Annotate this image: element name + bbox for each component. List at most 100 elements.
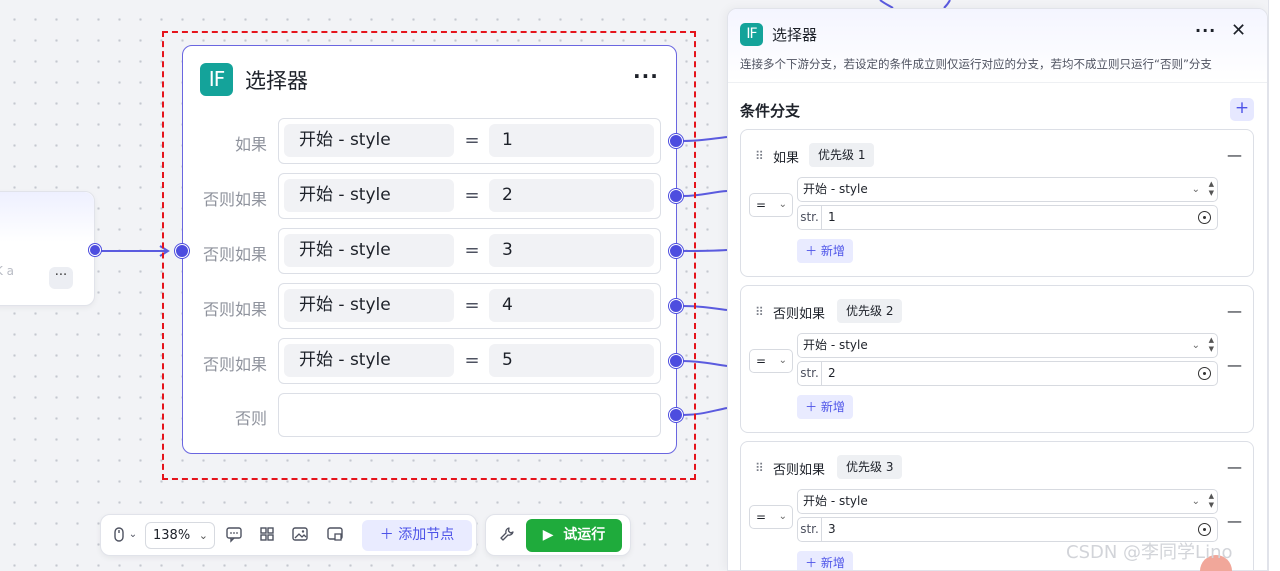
branch-card: ⠿ 如果 优先级 1 — = ⌄ 开始 - style ⌄ ▲ ▼ str. 1 ＋ 新增 [740, 129, 1254, 277]
condition-value: 3 [489, 234, 654, 267]
variable-select[interactable]: 开始 - style ⌄ ▲ ▼ [797, 333, 1218, 358]
branch-card: ⠿ 否则如果 优先级 2 — — = ⌄ 开始 - style ⌄ ▲ ▼ str. 2 … [740, 285, 1254, 433]
start-node-more-button[interactable]: ··· [49, 267, 73, 289]
minimap-icon[interactable] [325, 525, 345, 545]
chevron-down-icon: ⌄ [1191, 496, 1200, 507]
remove-condition-button[interactable]: — [1227, 356, 1242, 374]
zoom-value: 138% [153, 528, 191, 543]
image-icon[interactable] [290, 525, 310, 545]
variable-ref-icon[interactable] [1198, 211, 1211, 224]
branch-output-port[interactable] [669, 134, 683, 148]
remove-branch-button[interactable]: — [1227, 458, 1242, 476]
variable-value: 开始 - style [803, 338, 868, 352]
drag-handle-icon[interactable]: ⠿ [755, 305, 764, 319]
condition-operator: = [464, 350, 480, 371]
start-node[interactable]: K a ··· [0, 191, 95, 306]
panel-title: 选择器 [772, 26, 818, 44]
remove-condition-button[interactable]: — [1227, 512, 1242, 530]
variable-ref-icon[interactable] [1198, 523, 1211, 536]
condition-operator: = [464, 240, 480, 261]
panel-more-button[interactable]: ··· [1195, 21, 1216, 40]
start-node-subtext: K a [0, 264, 15, 278]
variable-value: 开始 - style [803, 182, 868, 196]
test-run-button[interactable]: ▶ 试运行 [526, 519, 622, 552]
spinner-icon: ▲ ▼ [1208, 180, 1214, 197]
zoom-select[interactable]: 138% ⌄ [145, 522, 215, 549]
value-input[interactable]: str. 2 [797, 361, 1218, 386]
type-tag: str. [798, 518, 822, 541]
branch-output-port[interactable] [669, 354, 683, 368]
plus-icon: ＋ [805, 400, 818, 414]
chevron-down-icon: ⌄ [1191, 184, 1200, 195]
condition-value: 4 [489, 289, 654, 322]
branch-output-port[interactable] [669, 299, 683, 313]
node-title: 选择器 [245, 69, 308, 93]
drag-handle-icon[interactable]: ⠿ [755, 461, 764, 475]
plus-icon: ＋ [805, 244, 818, 258]
spinner-icon: ▲ ▼ [1208, 492, 1214, 509]
condition-variable: 开始 - style [284, 179, 454, 212]
priority-badge: 优先级 2 [837, 299, 903, 323]
operator-select[interactable]: = ⌄ [749, 505, 793, 529]
remove-branch-button[interactable]: — [1227, 302, 1242, 320]
priority-badge: 优先级 3 [837, 455, 903, 479]
branch-label: 否则如果 [202, 190, 267, 209]
branch-row[interactable]: 开始 - style = 1 [278, 118, 661, 164]
remove-branch-button[interactable]: — [1227, 146, 1242, 164]
branch-output-port[interactable] [669, 189, 683, 203]
condition-variable: 开始 - style [284, 124, 454, 157]
branch-label: 否则如果 [202, 245, 267, 264]
operator-select[interactable]: = ⌄ [749, 193, 793, 217]
if-icon: IF [200, 63, 233, 96]
add-node-button[interactable]: ＋ 添加节点 [362, 520, 472, 551]
variable-value: 开始 - style [803, 494, 868, 508]
branch-row[interactable]: 开始 - style = 4 [278, 283, 661, 329]
else-row[interactable] [278, 393, 661, 437]
start-node-output-port[interactable] [89, 244, 101, 256]
variable-select[interactable]: 开始 - style ⌄ ▲ ▼ [797, 177, 1218, 202]
close-icon[interactable]: ✕ [1231, 20, 1246, 41]
type-tag: str. [798, 206, 822, 229]
variable-ref-icon[interactable] [1198, 367, 1211, 380]
plus-icon: ＋ [379, 527, 394, 543]
condition-value: 5 [489, 344, 654, 377]
condition-operator: = [464, 295, 480, 316]
layout-grid-icon[interactable] [257, 525, 277, 545]
operator-value: = [756, 510, 767, 524]
add-branch-button[interactable]: + [1230, 98, 1254, 121]
else-output-port[interactable] [669, 408, 683, 422]
selector-input-port[interactable] [175, 244, 189, 258]
branch-label: 否则如果 [202, 300, 267, 319]
chevron-down-icon: ⌄ [198, 529, 208, 542]
condition-variable: 开始 - style [284, 344, 454, 377]
branch-row[interactable]: 开始 - style = 5 [278, 338, 661, 384]
add-condition-button[interactable]: ＋ 新增 [797, 395, 853, 419]
selector-node[interactable]: IF 选择器 ··· 如果 开始 - style = 1 否则如果 开始 - s… [182, 45, 677, 454]
test-run-label: 试运行 [563, 527, 606, 543]
plus-icon: ＋ [805, 556, 818, 570]
wrench-icon[interactable] [497, 525, 517, 545]
if-icon: IF [740, 23, 763, 46]
condition-variable: 开始 - style [284, 234, 454, 267]
branch-row[interactable]: 开始 - style = 3 [278, 228, 661, 274]
add-condition-button[interactable]: ＋ 新增 [797, 239, 853, 263]
chevron-down-icon: ⌄ [1191, 340, 1200, 351]
condition-operator: = [464, 130, 480, 151]
comment-icon[interactable] [224, 525, 244, 545]
branch-row[interactable]: 开始 - style = 2 [278, 173, 661, 219]
else-label: 否则 [234, 409, 267, 428]
branch-label: 如果 [234, 135, 267, 154]
condition-variable: 开始 - style [284, 289, 454, 322]
add-node-label: 添加节点 [398, 527, 455, 543]
node-more-button[interactable]: ··· [633, 64, 659, 88]
drag-handle-icon[interactable]: ⠿ [755, 149, 764, 163]
type-tag: str. [798, 362, 822, 385]
variable-select[interactable]: 开始 - style ⌄ ▲ ▼ [797, 489, 1218, 514]
branch-output-port[interactable] [669, 244, 683, 258]
add-condition-button[interactable]: ＋ 新增 [797, 551, 853, 570]
operator-select[interactable]: = ⌄ [749, 349, 793, 373]
selector-config-panel: IF 选择器 ··· ✕ 连接多个下游分支，若设定的条件成立则仅运行对应的分支，… [727, 8, 1268, 571]
value-input[interactable]: str. 1 [797, 205, 1218, 230]
play-icon: ▶ [542, 527, 554, 543]
chevron-down-icon[interactable]: ⌄ [123, 525, 143, 545]
